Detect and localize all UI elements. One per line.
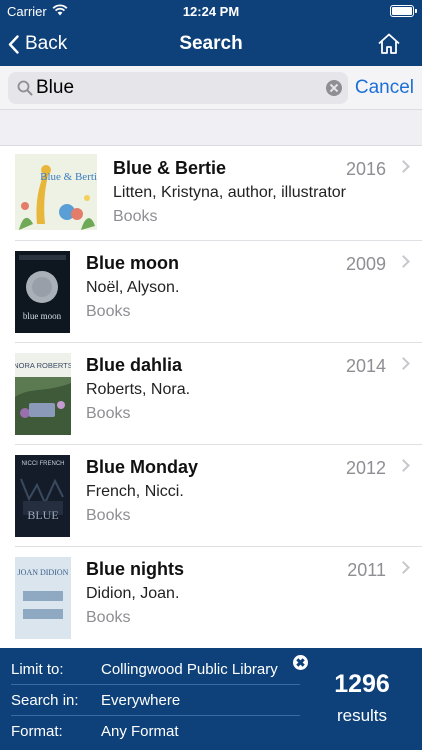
search-in-value: Everywhere (101, 692, 181, 709)
chevron-right-icon (397, 160, 410, 173)
result-format: Books (86, 405, 131, 422)
status-bar: Carrier 12:24 PM (0, 0, 422, 22)
chevron-right-icon (397, 459, 410, 472)
chevron-right-icon (397, 255, 410, 268)
book-cover-image: BLUE NICCI FRENCH (15, 455, 70, 537)
result-year: 2014 (345, 356, 386, 376)
search-input[interactable] (36, 75, 326, 101)
chevron-left-icon (8, 34, 19, 54)
cancel-button[interactable]: Cancel (355, 77, 414, 99)
result-year: 2016 (345, 159, 386, 179)
result-format: Books (86, 609, 131, 626)
svg-text:NICCI FRENCH: NICCI FRENCH (22, 461, 65, 467)
svg-text:BLUE: BLUE (27, 508, 58, 522)
result-title: Blue moon (86, 253, 179, 273)
format-value: Any Format (101, 723, 179, 740)
result-title: Blue Monday (86, 457, 199, 477)
svg-text:Blue & Bertie: Blue & Bertie (40, 171, 97, 183)
section-spacer (0, 110, 422, 146)
result-author: Didion, Joan. (86, 585, 180, 602)
navigation-bar: Back Search (0, 22, 422, 66)
result-row[interactable]: blue moon Blue moon 2009 Noël, Alyson. B… (0, 241, 422, 343)
result-row[interactable]: JOAN DIDION Blue nights 2011 Didion, Joa… (0, 547, 422, 648)
limit-to-filter[interactable]: Limit to: Collingwood Public Library (0, 654, 300, 685)
result-title: Blue dahlia (86, 355, 183, 375)
search-in-label: Search in: (11, 692, 79, 709)
close-icon[interactable] (293, 655, 308, 670)
result-title: Blue & Bertie (113, 158, 227, 178)
result-format: Books (86, 507, 131, 524)
book-cover-image: NORA ROBERTS (15, 353, 71, 435)
svg-text:blue moon: blue moon (23, 311, 62, 321)
search-field[interactable] (8, 72, 348, 104)
book-cover-image: Blue & Bertie (15, 154, 97, 230)
result-year: 2009 (345, 254, 386, 274)
limit-to-label: Limit to: (11, 661, 64, 678)
clock: 12:24 PM (182, 4, 240, 19)
search-icon (17, 80, 33, 96)
result-title: Blue nights (86, 559, 184, 579)
limit-to-value: Collingwood Public Library (101, 661, 278, 678)
result-author: Roberts, Nora. (86, 381, 191, 398)
chevron-right-icon (397, 561, 410, 574)
format-label: Format: (11, 723, 63, 740)
result-format: Books (113, 208, 158, 225)
result-count: 1296 (334, 670, 390, 698)
svg-text:NORA ROBERTS: NORA ROBERTS (15, 361, 71, 370)
chevron-right-icon (397, 357, 410, 370)
format-filter[interactable]: Format: Any Format (0, 716, 300, 747)
search-filter-panel: Limit to: Collingwood Public Library Sea… (0, 648, 422, 750)
results-list: Blue & Bertie Blue & Bertie 2016 Litten,… (0, 146, 422, 648)
battery-icon (390, 5, 417, 17)
result-author: French, Nicci. (86, 483, 184, 500)
svg-text:JOAN DIDION: JOAN DIDION (18, 568, 69, 577)
back-label: Back (25, 33, 68, 54)
result-format: Books (86, 303, 131, 320)
clear-search-icon[interactable] (326, 80, 342, 96)
result-author: Noël, Alyson. (86, 279, 180, 296)
result-author: Litten, Kristyna, author, illustrator (113, 184, 346, 201)
result-year: 2012 (345, 458, 386, 478)
result-year: 2011 (347, 560, 386, 580)
result-row[interactable]: NORA ROBERTS Blue dahlia 2014 Roberts, N… (0, 343, 422, 445)
result-count-label: results (336, 706, 388, 725)
book-cover-image: blue moon (15, 251, 70, 333)
search-in-filter[interactable]: Search in: Everywhere (0, 685, 300, 716)
home-icon[interactable] (376, 31, 402, 57)
back-button[interactable]: Back (8, 30, 67, 58)
book-cover-image: JOAN DIDION (15, 557, 71, 639)
result-row[interactable]: Blue & Bertie Blue & Bertie 2016 Litten,… (0, 146, 422, 241)
search-bar: Cancel (0, 66, 422, 110)
result-row[interactable]: BLUE NICCI FRENCH Blue Monday 2012 Frenc… (0, 445, 422, 547)
